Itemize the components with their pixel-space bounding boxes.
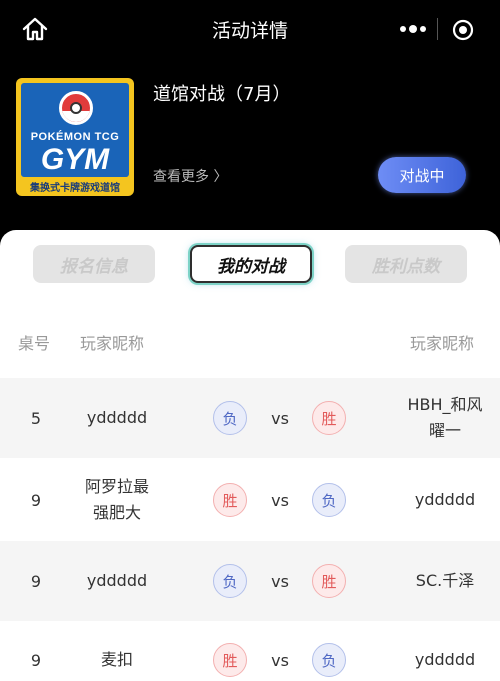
- player1-result-badge: 负: [213, 564, 247, 598]
- event-logo: POKÉMON TCG GYM 集换式卡牌游戏道馆: [16, 78, 134, 196]
- vs-label: vs: [271, 490, 289, 510]
- player1-name: 阿罗拉最 强肥大: [84, 477, 149, 522]
- match-row[interactable]: 9 麦扣 胜 vs 负 yddddd: [0, 620, 500, 681]
- column-header-player2: 玩家昵称: [410, 334, 475, 353]
- logo-brand-text: POKÉMON TCG: [30, 131, 120, 143]
- table-number: 9: [30, 650, 42, 670]
- player1-result-badge: 胜: [213, 483, 247, 517]
- tab-victory-points[interactable]: 胜利点数: [345, 245, 467, 283]
- capsule-divider: [437, 18, 438, 40]
- event-name: 道馆对战（7月）: [153, 84, 291, 105]
- player2-name: SC.千泽: [415, 571, 475, 590]
- more-icon[interactable]: [393, 17, 433, 41]
- tab-bar: 报名信息 我的对战 胜利点数: [0, 230, 500, 298]
- table-number: 5: [30, 408, 42, 428]
- vs-label: vs: [271, 408, 289, 428]
- top-bar: 活动详情: [0, 0, 500, 60]
- player2-result-badge: 胜: [312, 564, 346, 598]
- tab-my-battles[interactable]: 我的对战: [190, 245, 312, 283]
- pokeball-center: [70, 102, 82, 114]
- column-header-player1: 玩家昵称: [80, 334, 145, 353]
- player2-result-badge: 负: [312, 483, 346, 517]
- match-row[interactable]: 9 yddddd 负 vs 胜 SC.千泽: [0, 541, 500, 621]
- battle-status-button[interactable]: 对战中: [378, 157, 466, 193]
- player2-name: yddddd: [414, 490, 476, 509]
- vs-label: vs: [271, 650, 289, 670]
- player2-result-badge: 负: [312, 643, 346, 677]
- match-row[interactable]: 5 yddddd 负 vs 胜 HBH_和风 曜一: [0, 378, 500, 458]
- content-panel: 报名信息 我的对战 胜利点数 桌号 玩家昵称 玩家昵称 5 yddddd 负 v…: [0, 230, 500, 681]
- player1-name: 麦扣: [100, 650, 133, 669]
- tab-registration-info[interactable]: 报名信息: [33, 245, 155, 283]
- vs-label: vs: [271, 571, 289, 591]
- see-more-link[interactable]: 查看更多 〉: [153, 166, 227, 186]
- close-target-icon[interactable]: [451, 18, 475, 42]
- player2-name: HBH_和风 曜一: [407, 395, 483, 440]
- player1-name: yddddd: [86, 408, 148, 427]
- player1-result-badge: 负: [213, 401, 247, 435]
- table-number: 9: [30, 571, 42, 591]
- logo-gym-text: GYM: [40, 143, 110, 176]
- column-header-table: 桌号: [18, 334, 51, 353]
- logo-background: POKÉMON TCG GYM: [21, 83, 129, 177]
- player1-name: yddddd: [86, 571, 148, 590]
- player1-result-badge: 胜: [213, 643, 247, 677]
- player2-result-badge: 胜: [312, 401, 346, 435]
- mini-program-capsule: [385, 12, 485, 46]
- match-row[interactable]: 9 阿罗拉最 强肥大 胜 vs 负 yddddd: [0, 460, 500, 540]
- table-number: 9: [30, 490, 42, 510]
- logo-subtitle: 集换式卡牌游戏道馆: [30, 183, 120, 194]
- player2-name: yddddd: [414, 650, 476, 669]
